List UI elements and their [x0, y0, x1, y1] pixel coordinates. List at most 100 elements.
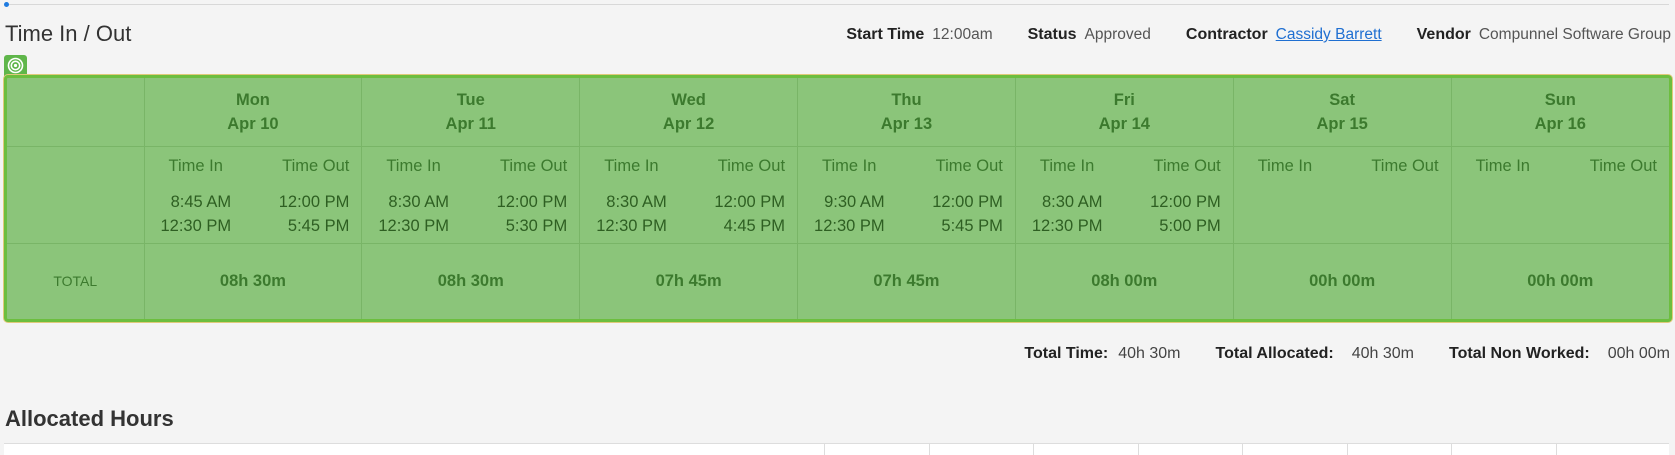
- total-time-value: 40h 30m: [1118, 345, 1181, 362]
- timesheet-meta: Start Time 12:00am Status Approved Contr…: [811, 26, 1671, 44]
- day-date: Apr 13: [880, 114, 933, 133]
- status-label: Status: [1027, 26, 1077, 43]
- time-in-out-grid: Mon Apr 10 Tue Apr 11 Wed Apr 12 Thu Apr 13 Fri A…: [4, 75, 1672, 322]
- time-in-value: 12:30 PM: [1031, 216, 1103, 235]
- total-time-label: Total Time:: [1024, 345, 1109, 362]
- time-entries-mon: Time In Time Out 8:45 AM 12:30 PM 12:00 PM 5:…: [144, 146, 363, 244]
- time-out-header: Time Out: [717, 156, 786, 175]
- total-allocated-label: Total Allocated:: [1215, 345, 1334, 362]
- allocated-hours-title: Allocated Hours: [5, 406, 174, 431]
- time-out-value: 12:00 PM: [714, 192, 786, 211]
- target-icon[interactable]: [4, 55, 27, 76]
- allocated-col-divider: [929, 444, 930, 455]
- time-in-header: Time In: [822, 156, 877, 175]
- allocated-col-divider: [1451, 444, 1452, 455]
- day-total-sun: 00h 00m: [1527, 271, 1594, 290]
- day-date: Apr 14: [1098, 114, 1150, 133]
- allocated-col-divider: [824, 444, 825, 455]
- day-total-wed: 07h 45m: [579, 243, 799, 319]
- day-header-wed: Wed Apr 12: [579, 78, 799, 147]
- time-in-value: 12:30 PM: [160, 216, 232, 235]
- allocated-col-divider: [1242, 444, 1243, 455]
- day-header-sun: Sun Apr 16: [1451, 78, 1669, 147]
- allocated-col-divider: [1556, 444, 1557, 455]
- day-header-thu: Thu Apr 13: [797, 78, 1016, 147]
- time-out-header: Time Out: [1153, 156, 1221, 175]
- time-out-value: 12:00 PM: [278, 192, 350, 211]
- corner-cell: [7, 78, 145, 147]
- time-in-value: 12:30 PM: [378, 216, 449, 235]
- timesheet-page: Time In / Out Start Time 12:00am Status …: [0, 0, 1675, 455]
- day-header-mon: Mon Apr 10: [144, 78, 363, 147]
- total-row: TOTAL 08h 30m 08h 30m 07h 45m 07h 45m 08h 00…: [7, 243, 1669, 319]
- day-total-mon: 08h 30m: [144, 243, 363, 319]
- allocated-col-divider: [1033, 444, 1034, 455]
- contractor-label: Contractor: [1185, 26, 1268, 43]
- time-out-list: 12:00 PM 5:45 PM: [932, 190, 1003, 238]
- day-name: Sun: [1544, 90, 1576, 109]
- time-entries-wed: Time In Time Out 8:30 AM 12:30 PM 12:00 PM 4:…: [579, 146, 799, 244]
- day-date: Apr 15: [1316, 114, 1368, 133]
- time-in-header: Time In: [1475, 156, 1530, 175]
- time-in-value: 8:30 AM: [388, 192, 449, 211]
- time-out-value: 5:45 PM: [287, 216, 350, 235]
- day-date: Apr 12: [662, 114, 715, 133]
- time-in-list: 8:30 AM 12:30 PM: [1032, 190, 1103, 238]
- time-out-value: 12:00 PM: [1150, 192, 1221, 211]
- time-in-value: 8:45 AM: [170, 192, 232, 211]
- time-out-header: Time Out: [282, 156, 350, 175]
- time-out-value: 5:30 PM: [505, 216, 568, 235]
- time-in-header: Time In: [1257, 156, 1313, 175]
- time-summary: Total Time: 40h 30m Total Allocated: 40h…: [1024, 345, 1670, 363]
- time-out-value: 12:00 PM: [932, 192, 1003, 211]
- vendor-value: Compunnel Software Group: [1478, 26, 1671, 43]
- time-in-header: Time In: [1039, 156, 1095, 175]
- day-header-row: Mon Apr 10 Tue Apr 11 Wed Apr 12 Thu Apr 13 Fri A…: [7, 78, 1669, 147]
- time-in-list: 8:45 AM 12:30 PM: [161, 190, 232, 238]
- time-entries-tue: Time In Time Out 8:30 AM 12:30 PM 12:00 PM 5:…: [361, 146, 581, 244]
- time-out-value: 12:00 PM: [496, 192, 568, 211]
- total-label: TOTAL: [7, 243, 145, 319]
- time-in-list: 9:30 AM 12:30 PM: [814, 190, 885, 238]
- day-total-fri: 08h 00m: [1015, 243, 1234, 319]
- time-out-value: 5:00 PM: [1159, 216, 1221, 235]
- day-date: Apr 11: [445, 114, 496, 133]
- time-entries-row: Time In Time Out 8:45 AM 12:30 PM 12:00 PM 5:…: [7, 146, 1669, 244]
- time-out-list: 12:00 PM 5:00 PM: [1150, 190, 1221, 238]
- total-allocated-value: 40h 30m: [1351, 345, 1414, 362]
- time-in-list: 8:30 AM 12:30 PM: [378, 190, 449, 238]
- start-time-label: Start Time: [846, 26, 925, 43]
- time-entries-sun: Time In Time Out: [1451, 146, 1669, 244]
- day-header-sat: Sat Apr 15: [1233, 78, 1452, 147]
- time-entries-fri: Time In Time Out 8:30 AM 12:30 PM 12:00 PM 5:…: [1015, 146, 1234, 244]
- day-total-sat: 00h 00m: [1233, 243, 1452, 319]
- progress-indicator-dot: [4, 2, 9, 7]
- time-entries-sat: Time In Time Out: [1233, 146, 1452, 244]
- day-name: Fri: [1113, 90, 1135, 109]
- time-in-header: Time In: [386, 156, 441, 175]
- day-date: Apr 10: [227, 114, 279, 133]
- time-in-value: 9:30 AM: [824, 192, 885, 211]
- time-entries-thu: Time In Time Out 9:30 AM 12:30 PM 12:00 PM 5:…: [797, 146, 1016, 244]
- allocated-hours-table: [4, 443, 1669, 455]
- time-in-header: Time In: [604, 156, 659, 175]
- entries-label-cell: [7, 146, 145, 244]
- time-in-value: 12:30 PM: [596, 216, 667, 235]
- day-total-thu: 07h 45m: [797, 243, 1016, 319]
- time-in-value: 12:30 PM: [814, 216, 885, 235]
- time-out-header: Time Out: [1589, 156, 1657, 175]
- day-name: Thu: [891, 90, 922, 109]
- time-out-value: 4:45 PM: [723, 216, 786, 235]
- time-in-list: 8:30 AM 12:30 PM: [596, 190, 667, 238]
- time-out-list: 12:00 PM 4:45 PM: [714, 190, 785, 238]
- contractor-link[interactable]: Cassidy Barrett: [1276, 26, 1382, 44]
- day-name: Wed: [671, 90, 706, 109]
- start-time-value: 12:00am: [932, 26, 993, 43]
- time-in-header: Time In: [168, 156, 223, 175]
- total-non-worked-value: 00h 00m: [1607, 345, 1670, 362]
- time-out-list: 12:00 PM 5:45 PM: [279, 190, 350, 238]
- time-in-out-title: Time In / Out: [5, 21, 132, 46]
- allocated-col-divider: [1138, 444, 1139, 455]
- time-in-value: 8:30 AM: [606, 192, 667, 211]
- day-header-fri: Fri Apr 14: [1015, 78, 1234, 147]
